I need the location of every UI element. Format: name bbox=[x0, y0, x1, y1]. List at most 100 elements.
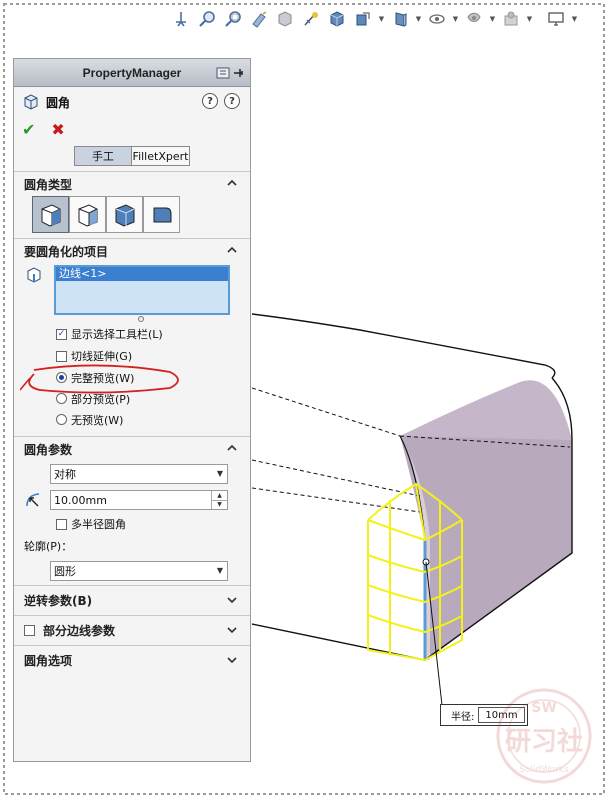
ok-cancel-row: ✔ ✖ bbox=[14, 117, 250, 141]
selection-list[interactable]: 边线<1> bbox=[54, 265, 230, 315]
cancel-button[interactable]: ✖ bbox=[51, 120, 64, 139]
show-toolbar-checkbox[interactable]: ✓ bbox=[56, 328, 67, 340]
partial-edge-checkbox[interactable] bbox=[24, 625, 35, 636]
help-icons: ? ? bbox=[202, 93, 240, 109]
tab-filletxpert[interactable]: FilletXpert bbox=[132, 146, 190, 166]
variable-fillet-icon bbox=[78, 203, 97, 227]
help-icon[interactable]: ? bbox=[224, 93, 240, 109]
push-pin-icon[interactable] bbox=[232, 66, 244, 80]
pin-icon[interactable] bbox=[216, 66, 230, 80]
chevron-down-icon[interactable]: ▼ bbox=[571, 8, 578, 30]
constant-fillet-icon bbox=[41, 203, 60, 227]
dynamic-annotation-icon[interactable] bbox=[300, 8, 322, 30]
section-title: 圆角参数 bbox=[24, 442, 73, 457]
chevron-down-icon[interactable]: ▼ bbox=[526, 8, 533, 30]
radius-input[interactable]: 10.00mm ▲ ▼ bbox=[50, 490, 228, 510]
hidden-edge-4 bbox=[252, 487, 421, 513]
chevron-down-icon[interactable] bbox=[226, 594, 240, 608]
no-preview-option[interactable]: 无预览(W) bbox=[14, 409, 250, 430]
section-view-icon[interactable] bbox=[274, 8, 296, 30]
mode-tabs: 手工 FilletXpert bbox=[14, 141, 250, 171]
section-fillet-type-header[interactable]: 圆角类型 bbox=[14, 172, 250, 196]
profile-row: 圆形 ▼ bbox=[14, 557, 250, 585]
method-row: 对称 ▼ bbox=[14, 461, 250, 487]
callout-value[interactable]: 10mm bbox=[478, 707, 525, 723]
profile-label: 轮廓(P)： bbox=[24, 540, 73, 553]
view-settings-icon[interactable] bbox=[500, 8, 522, 30]
section-fillet-type: 圆角类型 bbox=[14, 171, 250, 238]
zoom-area-icon[interactable] bbox=[222, 8, 244, 30]
variable-size-fillet-button[interactable] bbox=[69, 196, 106, 233]
partial-preview-option[interactable]: 部分预览(P) bbox=[14, 388, 250, 409]
fillet-method-select[interactable]: 对称 ▼ bbox=[50, 464, 228, 484]
full-preview-radio[interactable] bbox=[56, 372, 67, 383]
monitor-icon[interactable] bbox=[545, 8, 567, 30]
section-fillet-parameters: 圆角参数 对称 ▼ 10.00mm ▲ ▼ 多半径圆角 轮廓(P)： 圆形 ▼ bbox=[14, 436, 250, 585]
chevron-down-icon[interactable]: ▼ bbox=[452, 8, 459, 30]
face-fillet-button[interactable] bbox=[106, 196, 143, 233]
feature-title: 圆角 bbox=[46, 95, 71, 110]
section-title: 部分边线参数 bbox=[43, 624, 116, 638]
multi-radius-checkbox[interactable] bbox=[56, 518, 67, 530]
items-area: 边线<1> bbox=[14, 263, 250, 323]
section-partial-edge-parameters[interactable]: 部分边线参数 bbox=[14, 615, 250, 645]
partial-preview-label: 部分预览(P) bbox=[71, 392, 131, 406]
radius-callout[interactable]: 半径: 10mm bbox=[440, 704, 528, 726]
chevron-down-icon[interactable] bbox=[226, 654, 240, 668]
section-params-header[interactable]: 圆角参数 bbox=[14, 437, 250, 461]
radius-value: 10.00mm bbox=[54, 493, 107, 507]
chevron-down-icon[interactable]: ▼ bbox=[489, 8, 496, 30]
section-title: 逆转参数(B) bbox=[24, 594, 93, 608]
section-items-header[interactable]: 要圆角化的项目 bbox=[14, 239, 250, 263]
chevron-down-icon: ▼ bbox=[216, 566, 223, 575]
resize-grip[interactable] bbox=[138, 316, 144, 322]
section-reverse-parameters[interactable]: 逆转参数(B) bbox=[14, 585, 250, 615]
multi-radius-label: 多半径圆角 bbox=[71, 518, 126, 531]
profile-value: 圆形 bbox=[54, 565, 76, 578]
chevron-up-icon[interactable] bbox=[226, 442, 240, 456]
profile-select[interactable]: 圆形 ▼ bbox=[50, 561, 228, 581]
section-title: 圆角类型 bbox=[24, 177, 73, 192]
constant-size-fillet-button[interactable] bbox=[32, 196, 69, 233]
full-round-fillet-button[interactable] bbox=[143, 196, 180, 233]
full-preview-label: 完整预览(W) bbox=[71, 371, 135, 385]
view-orientation-icon[interactable] bbox=[170, 8, 192, 30]
whats-new-icon[interactable]: ? bbox=[202, 93, 218, 109]
show-selection-toolbar-option[interactable]: ✓ 显示选择工具栏(L) bbox=[14, 323, 250, 345]
no-preview-label: 无预览(W) bbox=[71, 413, 124, 427]
face-fillet-icon bbox=[115, 203, 134, 227]
display-style-icon[interactable] bbox=[352, 8, 374, 30]
chevron-up-icon[interactable] bbox=[226, 177, 240, 191]
list-item[interactable]: 边线<1> bbox=[56, 267, 228, 281]
chevron-up-icon[interactable] bbox=[226, 244, 240, 258]
full-round-fillet-icon bbox=[153, 207, 171, 222]
radius-spinner[interactable]: ▲ ▼ bbox=[211, 491, 227, 509]
no-preview-radio[interactable] bbox=[56, 414, 67, 425]
ok-button[interactable]: ✔ bbox=[22, 120, 35, 139]
spin-down-icon[interactable]: ▼ bbox=[212, 501, 227, 510]
partial-preview-radio[interactable] bbox=[56, 393, 67, 404]
feature-title-row: 圆角 ? ? bbox=[14, 87, 250, 117]
edit-appearance-icon[interactable] bbox=[426, 8, 448, 30]
graphics-area[interactable] bbox=[252, 36, 600, 788]
previous-view-icon[interactable] bbox=[248, 8, 270, 30]
chevron-down-icon[interactable] bbox=[226, 624, 240, 638]
spin-up-icon[interactable]: ▲ bbox=[212, 491, 227, 501]
multi-radius-option[interactable]: 多半径圆角 bbox=[14, 513, 250, 535]
section-fillet-options[interactable]: 圆角选项 bbox=[14, 645, 250, 675]
apply-scene-icon[interactable] bbox=[463, 8, 485, 30]
tangent-propagation-checkbox[interactable] bbox=[56, 350, 67, 362]
full-preview-option[interactable]: 完整预览(W) bbox=[14, 367, 250, 388]
tab-manual[interactable]: 手工 bbox=[74, 146, 132, 166]
section-items-to-fillet: 要圆角化的项目 边线<1> ✓ 显示选择工具栏(L) 切线延伸(G) 完整预览(… bbox=[14, 238, 250, 430]
tangent-propagation-option[interactable]: 切线延伸(G) bbox=[14, 345, 250, 367]
zoom-to-fit-icon[interactable] bbox=[196, 8, 218, 30]
pm-header-title: PropertyManager bbox=[82, 65, 182, 80]
chevron-down-icon[interactable]: ▼ bbox=[415, 8, 422, 30]
heads-up-toolbar: ▼ ▼ ▼ ▼ ▼ ▼ bbox=[170, 6, 578, 32]
view-orientation-cube-icon[interactable] bbox=[326, 8, 348, 30]
fillet-method-value: 对称 bbox=[54, 468, 76, 481]
callout-label: 半径: bbox=[451, 711, 475, 723]
chevron-down-icon[interactable]: ▼ bbox=[378, 8, 385, 30]
hide-show-icon[interactable] bbox=[389, 8, 411, 30]
